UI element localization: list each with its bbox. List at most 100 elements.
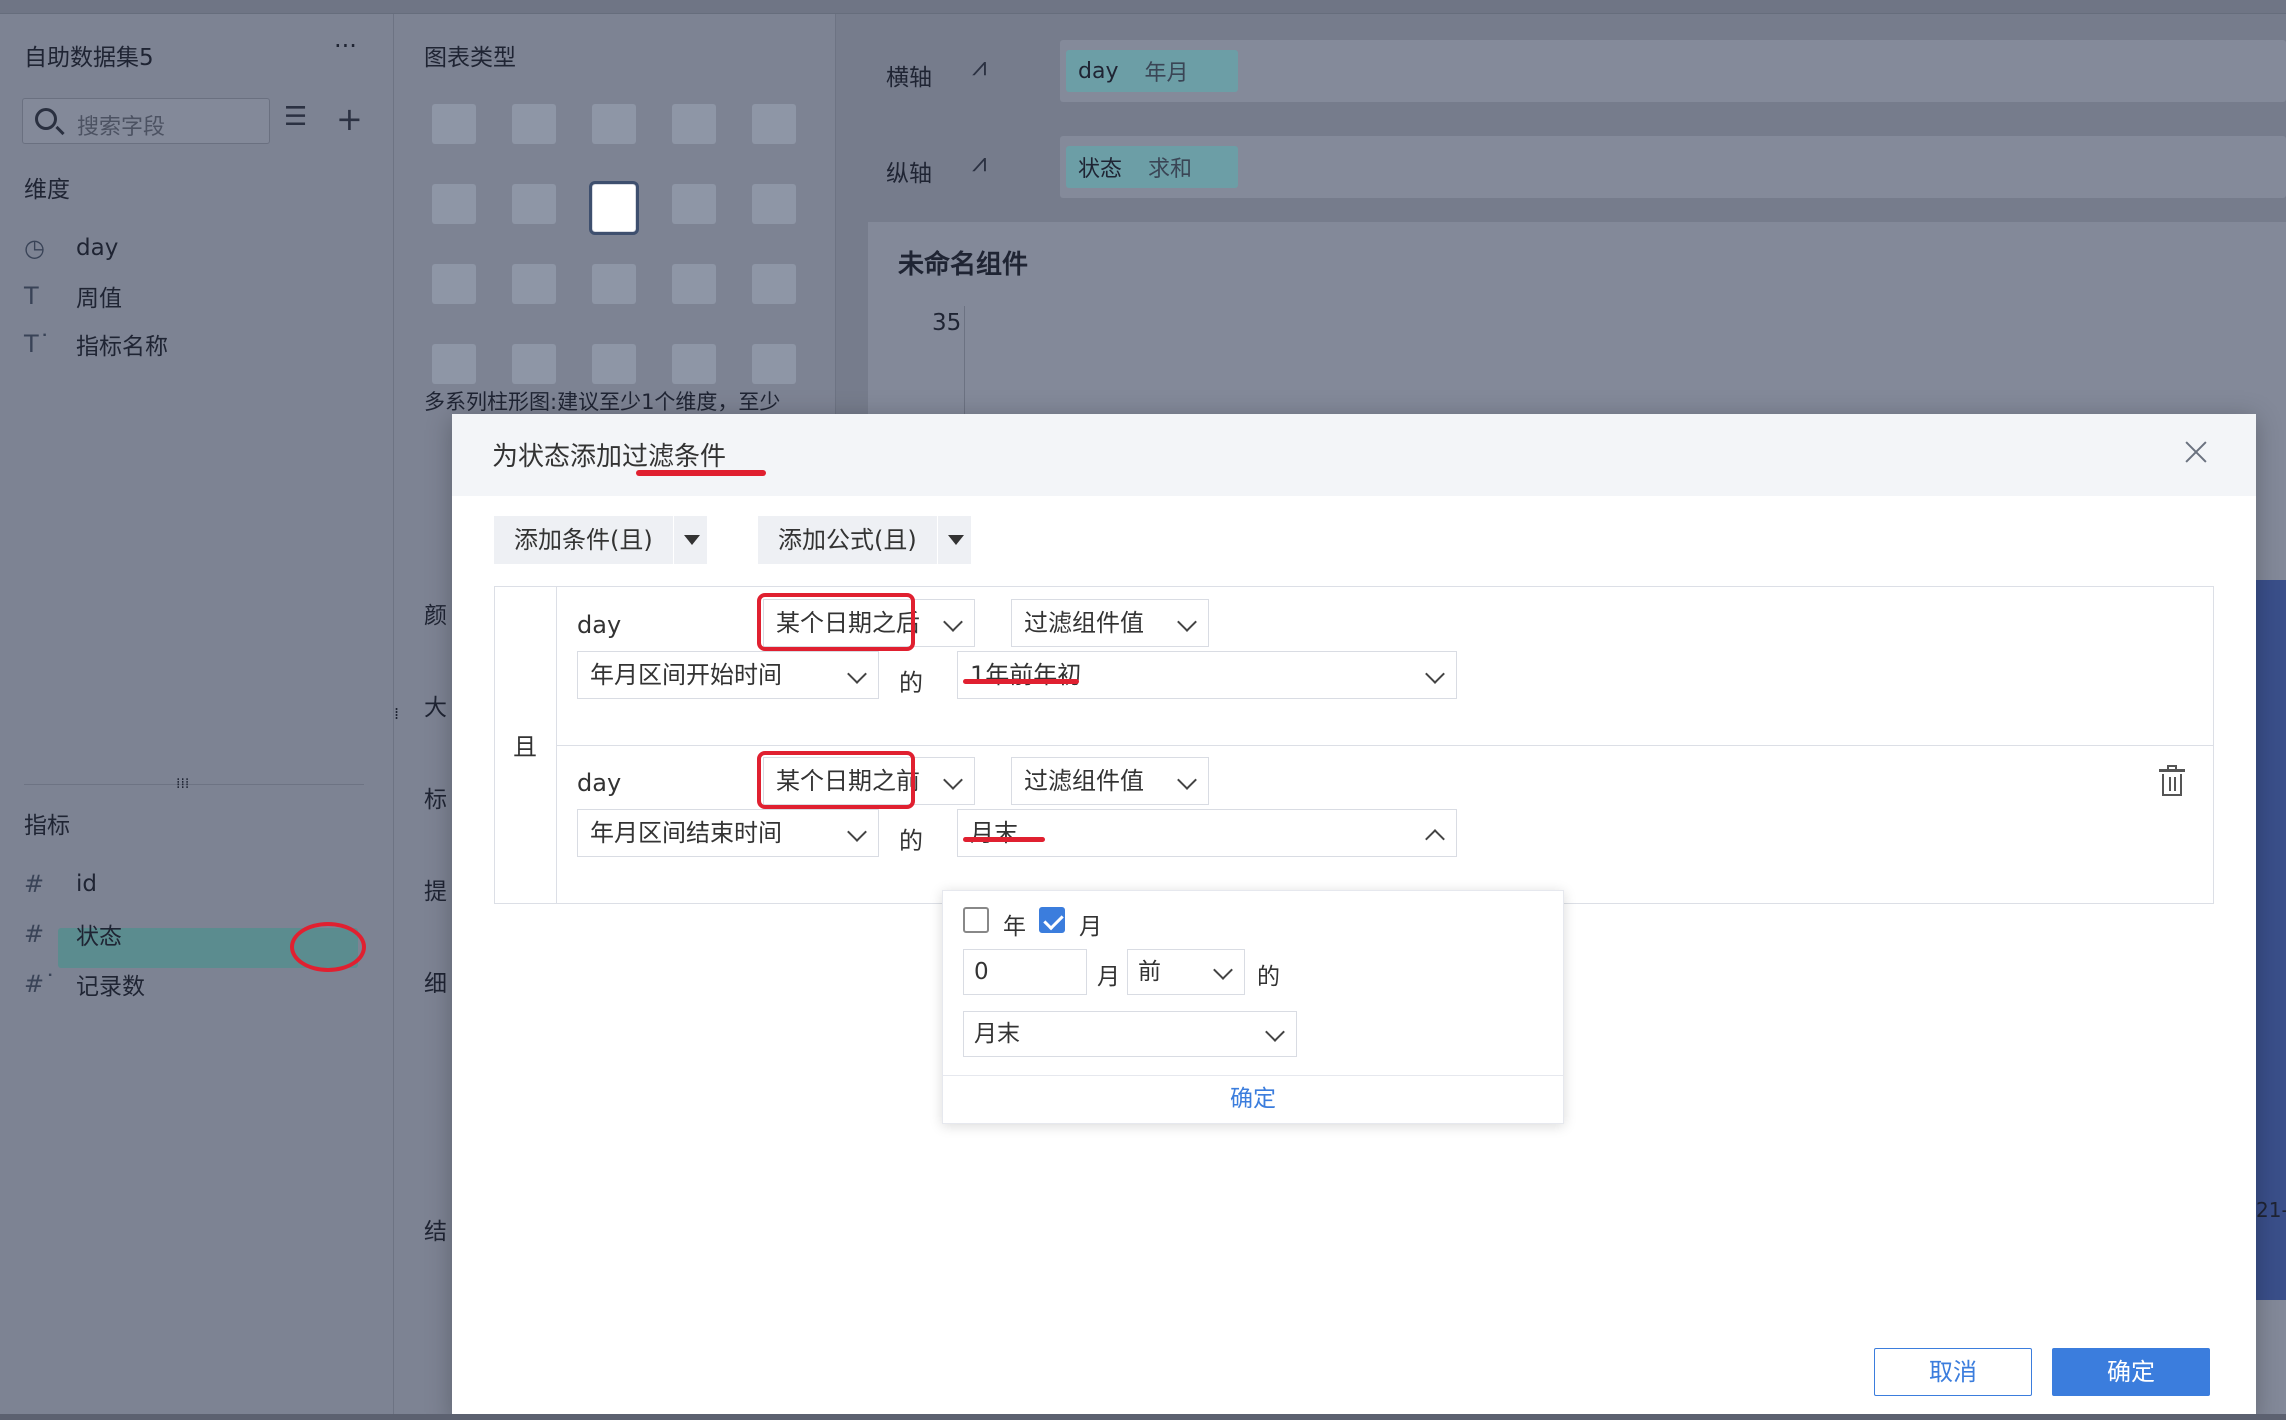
truncated-label-result: 结 <box>424 1219 447 1245</box>
x-axis-type-icon[interactable]: ⩘ <box>972 52 987 83</box>
dialog-header: 为状态添加过滤条件 <box>452 414 2256 496</box>
popup-confirm-button[interactable]: 确定 <box>943 1075 1563 1123</box>
add-condition-button[interactable]: 添加条件(且) <box>494 516 707 564</box>
stacked-bar-chart-icon[interactable] <box>432 184 476 224</box>
value-1-underline-annotation <box>963 679 1079 684</box>
offset-unit-label: 月 <box>1097 964 1120 990</box>
line-chart-icon[interactable] <box>432 264 476 304</box>
truncated-label-color: 颜 <box>424 603 447 629</box>
bubble-chart-icon[interactable] <box>752 344 796 384</box>
table-chart-icon[interactable] <box>432 104 476 144</box>
and-connector[interactable]: 且 <box>495 587 557 903</box>
chart-bar-fragment <box>2256 580 2286 1300</box>
measure-item-id[interactable]: # id <box>24 864 97 904</box>
caret-down-icon[interactable] <box>936 516 971 564</box>
multi-line-chart-icon[interactable] <box>512 264 556 304</box>
value-2-underline-annotation <box>963 837 1045 842</box>
y-axis-drop-zone[interactable] <box>1060 136 2286 198</box>
more-options-icon[interactable]: ··· <box>334 32 357 60</box>
y-axis-line <box>964 306 965 416</box>
kpi-grid-chart-icon[interactable] <box>672 104 716 144</box>
dimension-item-indicator-name[interactable]: T˙ 指标名称 <box>24 324 168 364</box>
measure-item-status[interactable]: # 状态 <box>24 914 122 954</box>
panel-resize-icon[interactable]: ⁞ <box>394 704 399 723</box>
condition-2-range-select[interactable]: 年月区间结束时间 <box>577 809 879 857</box>
condition-2-value: 月末 <box>970 819 1018 847</box>
truncated-label-tooltip: 提 <box>424 879 447 905</box>
caret-down-icon[interactable] <box>672 516 707 564</box>
add-formula-button[interactable]: 添加公式(且) <box>758 516 971 564</box>
condition-2-value-type-select[interactable]: 过滤组件值 <box>1011 757 1209 805</box>
direction-value: 前 <box>1138 959 1161 985</box>
panel-divider <box>24 784 364 785</box>
chevron-down-icon <box>1177 612 1197 632</box>
condition-1-field: day <box>577 611 622 639</box>
y-axis-field-pill[interactable]: 状态 求和 <box>1066 146 1238 188</box>
add-condition-label[interactable]: 添加条件(且) <box>494 516 673 564</box>
number-chart-icon[interactable] <box>752 104 796 144</box>
waterfall-chart-icon[interactable] <box>752 184 796 224</box>
resize-handle-icon[interactable]: ⁞⁞⁞ <box>176 776 189 792</box>
chevron-down-icon <box>847 664 867 684</box>
delete-condition-icon[interactable] <box>2159 765 2185 797</box>
condition-1-value-type-select[interactable]: 过滤组件值 <box>1011 599 1209 647</box>
condition-2-field: day <box>577 769 622 797</box>
gauge-chart-icon[interactable] <box>752 264 796 304</box>
add-field-icon[interactable]: + <box>336 100 363 138</box>
grouped-bar-chart-icon[interactable] <box>512 184 556 224</box>
dimension-label: 周值 <box>76 286 122 312</box>
year-checkbox[interactable] <box>963 907 989 933</box>
x-axis-drop-zone[interactable] <box>1060 40 2286 102</box>
top-bar <box>0 0 2286 14</box>
search-field-input[interactable]: 搜索字段 <box>22 98 270 144</box>
rose-chart-icon[interactable] <box>512 344 556 384</box>
condition-2-of-label: 的 <box>899 827 923 855</box>
x-axis-tick-edge: 21- <box>2256 1198 2286 1222</box>
text-type-icon: T <box>24 282 39 310</box>
y-axis-field-sub: 求和 <box>1148 157 1193 182</box>
search-placeholder: 搜索字段 <box>77 115 166 140</box>
close-icon[interactable] <box>2180 436 2212 468</box>
measure-label: 记录数 <box>76 974 145 1000</box>
component-title: 未命名组件 <box>898 250 1029 280</box>
red-circle-annotation <box>290 922 366 972</box>
donut-chart-icon[interactable] <box>592 344 636 384</box>
radar-chart-icon[interactable] <box>592 264 636 304</box>
chevron-down-icon <box>943 612 963 632</box>
ok-button[interactable]: 确定 <box>2052 1348 2210 1396</box>
relative-date-popup: 年 月 0 月 前 的 月末 确定 <box>942 890 1564 1124</box>
month-checkbox[interactable] <box>1039 907 1065 933</box>
condition-1-range-select[interactable]: 年月区间开始时间 <box>577 651 879 699</box>
horizontal-bar-chart-icon[interactable] <box>672 184 716 224</box>
year-label: 年 <box>1003 914 1026 940</box>
month-label: 月 <box>1079 914 1102 940</box>
offset-input[interactable]: 0 <box>963 949 1087 995</box>
cross-table-chart-icon[interactable] <box>512 104 556 144</box>
truncated-label-size: 大 <box>424 695 447 721</box>
x-axis-field-name: day <box>1078 58 1119 84</box>
direction-select[interactable]: 前 <box>1127 949 1245 995</box>
scatter-chart-icon[interactable] <box>672 344 716 384</box>
y-axis-type-icon[interactable]: ⩘ <box>972 148 987 179</box>
condition-1-range-field: 年月区间开始时间 <box>590 661 782 689</box>
pie-chart-icon[interactable] <box>432 344 476 384</box>
chevron-down-icon <box>1425 664 1445 684</box>
add-formula-label[interactable]: 添加公式(且) <box>758 516 937 564</box>
position-select[interactable]: 月末 <box>963 1011 1297 1057</box>
condition-2-value-select[interactable]: 月末 <box>957 809 1457 857</box>
condition-2-value-type: 过滤组件值 <box>1024 767 1144 795</box>
condition-1-value-select[interactable]: 1年前年初 <box>957 651 1457 699</box>
y-axis-field-name: 状态 <box>1078 157 1123 182</box>
cancel-button[interactable]: 取消 <box>1874 1348 2032 1396</box>
sort-fields-icon[interactable]: ☰ <box>284 102 307 132</box>
area-chart-icon[interactable] <box>672 264 716 304</box>
measure-item-record-count[interactable]: #˙ 记录数 <box>24 964 145 1004</box>
dimension-item-day[interactable]: ◷ day <box>24 228 118 268</box>
multi-series-bar-chart-icon[interactable] <box>589 181 639 235</box>
condition-1-value: 1年前年初 <box>970 661 1082 689</box>
condition-group: 且 day 某个日期之后 过滤组件值 年月区间开始时间 的 1年前年初 day … <box>494 586 2214 904</box>
dimension-item-week[interactable]: T 周值 <box>24 276 122 316</box>
x-axis-field-pill[interactable]: day 年月 <box>1066 50 1238 92</box>
detail-table-chart-icon[interactable] <box>592 104 636 144</box>
dimension-header: 维度 <box>24 177 70 203</box>
